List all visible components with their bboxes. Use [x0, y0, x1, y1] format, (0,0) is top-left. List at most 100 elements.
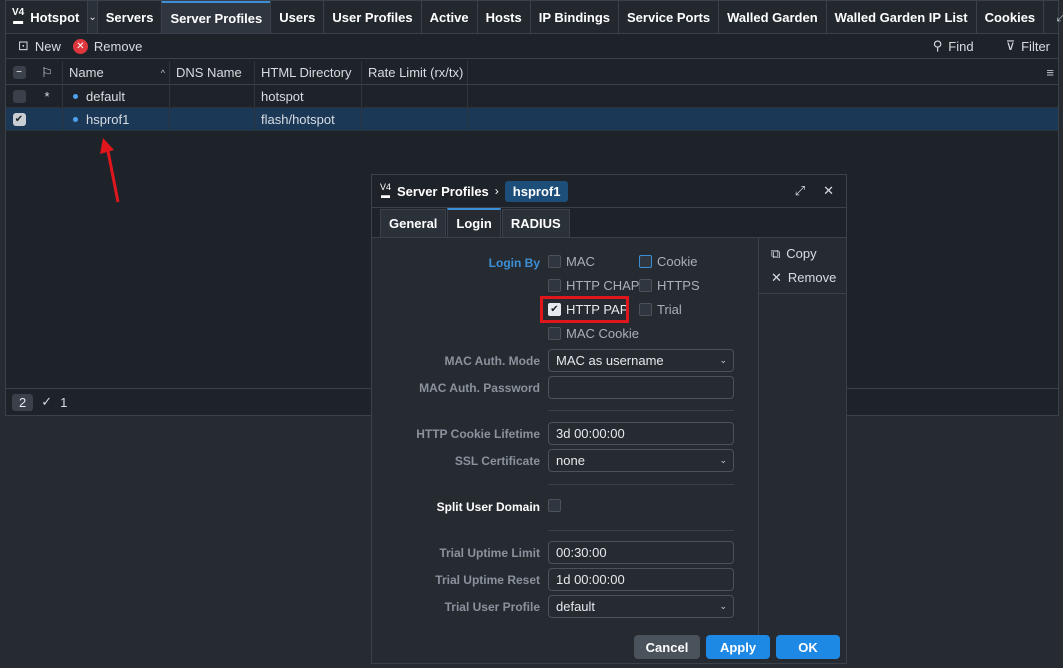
trial-uptime-reset-field[interactable]: 1d 00:00:00: [548, 568, 734, 591]
dialog-side-panel: ⧉ Copy ✕ Remove: [758, 238, 846, 658]
chevron-down-icon: ⌄: [719, 601, 727, 611]
ok-button[interactable]: OK: [776, 635, 840, 659]
select-value: none: [556, 453, 585, 468]
restore-icon[interactable]: ⤢: [795, 183, 805, 199]
col-rate-limit[interactable]: Rate Limit (rx/tx): [361, 61, 468, 84]
trial-uptime-limit-label: Trial Uptime Limit: [439, 546, 540, 560]
row-checkbox[interactable]: ✔: [12, 112, 26, 126]
tab-hosts[interactable]: Hosts: [476, 1, 530, 33]
restore-icon[interactable]: ⤢: [1056, 9, 1063, 25]
tab-server-profiles[interactable]: Server Profiles: [161, 1, 271, 33]
login-by-label: Login By: [488, 256, 540, 270]
remove-label: Remove: [93, 38, 143, 54]
tab-dropdown-icon[interactable]: ⌄: [87, 1, 97, 33]
split-user-domain-checkbox[interactable]: [548, 499, 561, 512]
login-https-checkbox[interactable]: HTTPS: [639, 278, 700, 293]
apply-button[interactable]: Apply: [706, 635, 770, 659]
close-icon[interactable]: ✕: [823, 183, 834, 199]
checkbox-label: MAC: [566, 254, 595, 269]
tab-bar: V4 ▬ Hotspot ⌄ Servers Server Profiles Us…: [6, 1, 1063, 34]
col-dns-name[interactable]: DNS Name: [169, 61, 254, 84]
toolbar: ⊡ New ✕ Remove ⚲ Find ⊽ Filter: [6, 34, 1058, 59]
tab-active[interactable]: Active: [420, 1, 477, 33]
login-http-chap-checkbox[interactable]: HTTP CHAP: [548, 278, 639, 293]
login-cookie-checkbox[interactable]: Cookie: [639, 254, 697, 269]
winbox-logo-icon: V4 ▬: [12, 7, 25, 27]
server-profiles-table: − ⚐ Name ^ DNS Name HTML Directory Rate L…: [6, 61, 1058, 131]
dialog-crumb: hsprof1: [504, 180, 569, 202]
row-rate: [361, 85, 468, 107]
select-all-checkbox[interactable]: −: [12, 66, 26, 79]
column-menu-icon[interactable]: ≡: [1046, 65, 1058, 80]
copy-icon: ⧉: [771, 245, 781, 261]
ssl-certificate-select[interactable]: none ⌄: [548, 449, 734, 472]
tab-cookies[interactable]: Cookies: [975, 1, 1044, 33]
table-header: − ⚐ Name ^ DNS Name HTML Directory Rate L…: [6, 61, 1058, 85]
toolbar-right: ⚲ Find ⊽ Filter: [921, 38, 1058, 54]
tab-servers[interactable]: Servers: [96, 1, 162, 33]
annotation-arrow-icon: [100, 138, 120, 203]
side-remove-button[interactable]: ✕ Remove: [759, 262, 846, 286]
sort-up-icon: ^: [160, 67, 165, 78]
app-title: V4 ▬ Hotspot: [6, 1, 87, 33]
tab-service-ports[interactable]: Service Ports: [618, 1, 718, 33]
window-controls: ⤢ ✕: [1043, 1, 1063, 33]
ssl-certificate-label: SSL Certificate: [454, 454, 540, 468]
mac-auth-password-field[interactable]: [548, 376, 734, 399]
dialog-tabs: General Login RADIUS: [372, 208, 846, 238]
tab-walled-garden-ip-list[interactable]: Walled Garden IP List: [825, 1, 976, 33]
login-mac-cookie-checkbox[interactable]: MAC Cookie: [548, 326, 639, 341]
row-html-dir: flash/hotspot: [254, 108, 361, 130]
row-checkbox[interactable]: [12, 89, 26, 103]
section-divider: [548, 484, 734, 485]
tab-radius[interactable]: RADIUS: [501, 209, 570, 237]
row-rate: [361, 108, 468, 130]
filter-button[interactable]: ⊽ Filter: [1006, 38, 1050, 54]
copy-button[interactable]: ⧉ Copy: [759, 238, 846, 262]
row-dns: [169, 85, 254, 107]
search-icon: ⚲: [932, 38, 943, 53]
checkbox-box: [548, 499, 561, 512]
col-name[interactable]: Name ^: [62, 61, 169, 84]
dialog-buttons: Cancel Apply OK: [634, 635, 840, 659]
chevron-down-icon: ⌄: [719, 455, 727, 465]
remove-button[interactable]: ✕ Remove: [72, 38, 143, 54]
checkbox-label: Trial: [657, 302, 682, 317]
login-mac-checkbox[interactable]: MAC: [548, 254, 595, 269]
mac-auth-mode-label: MAC Auth. Mode: [444, 354, 540, 368]
server-profile-dialog: V4 ▬ Server Profiles › hsprof1 ⤢ ✕ Genera…: [371, 174, 847, 664]
side-divider: [759, 286, 846, 294]
find-button[interactable]: ⚲ Find: [933, 38, 974, 54]
login-trial-checkbox[interactable]: Trial: [639, 302, 682, 317]
checkbox-label: MAC Cookie: [566, 326, 639, 341]
cancel-button[interactable]: Cancel: [634, 635, 700, 659]
row-html-dir: hotspot: [254, 85, 361, 107]
table-row[interactable]: * default hotspot: [6, 85, 1058, 108]
new-button[interactable]: ⊡ New: [18, 38, 61, 54]
checkmark-icon: ✓: [41, 394, 53, 409]
checkbox-box: [548, 327, 561, 340]
select-value: default: [556, 599, 596, 614]
col-html-directory[interactable]: HTML Directory: [254, 61, 361, 84]
trial-user-profile-select[interactable]: default ⌄: [548, 595, 734, 618]
tab-login[interactable]: Login: [447, 208, 501, 237]
trial-uptime-reset-label: Trial Uptime Reset: [435, 573, 540, 587]
row-dns: [169, 108, 254, 130]
trial-uptime-limit-field[interactable]: 00:30:00: [548, 541, 734, 564]
status-dot-icon: [73, 116, 78, 122]
winbox-logo-icon: V4 ▬: [380, 182, 392, 200]
app-name: Hotspot: [30, 9, 80, 25]
checkbox-box: [548, 255, 561, 268]
http-cookie-lifetime-label: HTTP Cookie Lifetime: [416, 427, 540, 441]
tab-walled-garden[interactable]: Walled Garden: [718, 1, 826, 33]
trial-user-profile-label: Trial User Profile: [444, 600, 540, 614]
mac-auth-password-label: MAC Auth. Password: [419, 381, 540, 395]
tab-users[interactable]: Users: [270, 1, 323, 33]
http-cookie-lifetime-field[interactable]: 3d 00:00:00: [548, 422, 734, 445]
table-row[interactable]: ✔ hsprof1 flash/hotspot: [6, 108, 1058, 131]
tab-ip-bindings[interactable]: IP Bindings: [529, 1, 618, 33]
remove-icon: ✕: [72, 38, 88, 54]
tab-general[interactable]: General: [380, 209, 447, 237]
tab-user-profiles[interactable]: User Profiles: [323, 1, 420, 33]
mac-auth-mode-select[interactable]: MAC as username ⌄: [548, 349, 734, 372]
